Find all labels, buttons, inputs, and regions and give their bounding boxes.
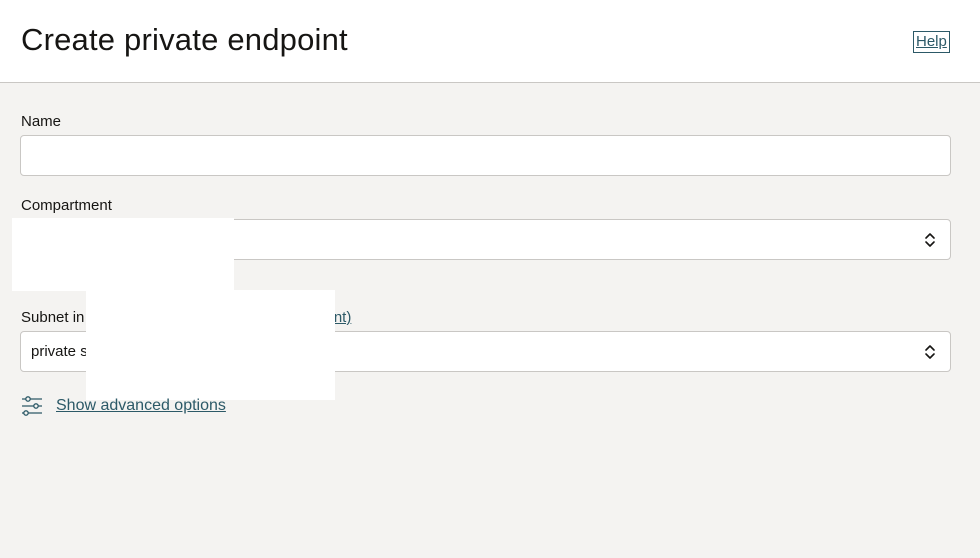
subnet-label: Subnet in	[21, 309, 85, 326]
redaction-block	[86, 290, 335, 400]
name-label: Name	[21, 113, 62, 130]
name-input[interactable]	[20, 135, 951, 176]
chevron-up-down-icon	[925, 233, 935, 247]
page-title: Create private endpoint	[21, 22, 348, 57]
chevron-up-down-icon	[925, 345, 935, 359]
panel-header: Create private endpoint Help	[0, 0, 980, 83]
compartment-label: Compartment	[21, 197, 112, 214]
show-advanced-options[interactable]: Show advanced options	[21, 395, 226, 417]
sliders-icon	[22, 396, 42, 416]
show-advanced-options-label: Show advanced options	[56, 397, 226, 414]
redaction-block	[12, 218, 234, 291]
help-link[interactable]: Help	[913, 31, 950, 53]
create-private-endpoint-panel: Create private endpoint Help Name Compar…	[0, 0, 980, 558]
subnet-select-value: private s	[31, 343, 88, 360]
